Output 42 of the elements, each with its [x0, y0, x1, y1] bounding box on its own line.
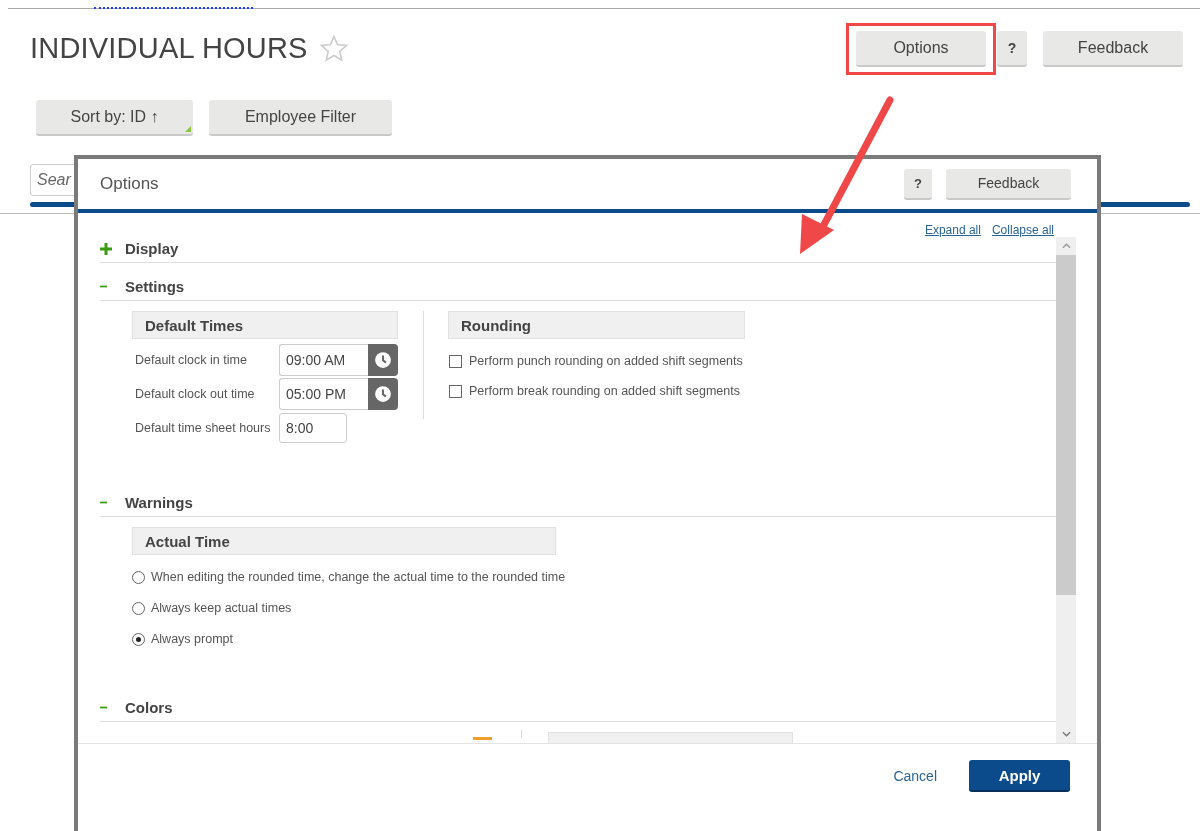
- toolbar-button[interactable]: ?: [997, 30, 1027, 67]
- page-title: INDIVIDUAL HOURS: [30, 32, 308, 65]
- option-label[interactable]: Perform punch rounding on added shift segments: [469, 354, 743, 368]
- group-header: Rounding: [448, 311, 745, 339]
- section-title[interactable]: Display: [125, 240, 179, 257]
- dialog-title: Options: [100, 174, 160, 194]
- field-label: Default clock out time: [135, 387, 256, 401]
- group-header: Actual Time: [132, 527, 556, 555]
- text-link[interactable]: Collapse all: [991, 223, 1054, 237]
- option-label[interactable]: Perform break rounding on added shift segments: [469, 384, 740, 398]
- section-title[interactable]: Warnings: [125, 494, 193, 511]
- chevron-down-icon: [1061, 731, 1071, 737]
- option-label[interactable]: Always keep actual times: [151, 601, 292, 615]
- section-title[interactable]: Settings: [125, 278, 185, 295]
- group-header: Default Times: [132, 311, 398, 339]
- toolbar-button[interactable]: Feedback: [1043, 30, 1183, 67]
- header-button[interactable]: Feedback: [946, 168, 1071, 200]
- toolbar-button[interactable]: Sort by: ID ↑: [36, 100, 193, 136]
- clock-button[interactable]: [368, 378, 398, 410]
- time-field[interactable]: 05:00 PM: [279, 378, 368, 410]
- plus-icon[interactable]: [100, 242, 112, 255]
- cancel-link[interactable]: Cancel: [893, 768, 937, 784]
- header-button[interactable]: ?: [904, 168, 932, 200]
- clock-icon: [374, 351, 392, 369]
- option-label[interactable]: Always prompt: [151, 632, 233, 646]
- clock-icon: [374, 385, 392, 403]
- scrollbar-thumb[interactable]: [1056, 255, 1076, 595]
- field-label: Default time sheet hours: [135, 421, 272, 435]
- text-link[interactable]: Expand all: [924, 223, 981, 237]
- option-label[interactable]: When editing the rounded time, change the actual time to the rounded time: [151, 570, 566, 584]
- toolbar-button[interactable]: Employee Filter: [209, 100, 392, 136]
- chevron-up-icon: [1061, 243, 1071, 249]
- checkbox[interactable]: [449, 384, 462, 398]
- field-label: Default clock in time: [135, 353, 248, 367]
- clock-button[interactable]: [368, 344, 398, 376]
- scrollbar[interactable]: [1056, 237, 1076, 743]
- time-field[interactable]: 09:00 AM: [279, 344, 368, 376]
- checkbox[interactable]: [449, 354, 462, 368]
- toolbar-button[interactable]: Options: [856, 30, 986, 67]
- hours-field[interactable]: 8:00: [279, 413, 347, 443]
- apply-button[interactable]: Apply: [969, 760, 1070, 792]
- section-title[interactable]: Colors: [125, 699, 173, 716]
